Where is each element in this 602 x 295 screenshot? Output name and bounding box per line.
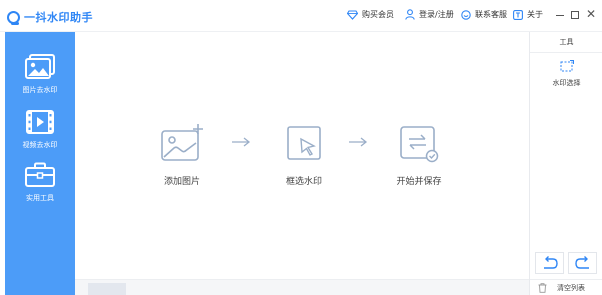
add-image-icon [161, 124, 203, 161]
divider [530, 52, 602, 53]
tools-panel-title: 工具 [559, 38, 574, 46]
undo-icon [543, 256, 558, 269]
logo-icon [7, 10, 20, 25]
trash-icon [538, 282, 547, 293]
process-save-icon [400, 126, 439, 163]
sidebar-item-label: 视频去水印 [22, 141, 58, 149]
select-watermark-step[interactable]: 框选水印 [274, 124, 334, 187]
minimize-icon[interactable] [556, 15, 564, 16]
login-button[interactable]: 登录/注册 [405, 9, 454, 20]
watermark-select-tool[interactable]: 水印选择 [530, 60, 602, 88]
app-title: 一抖水印助手 [24, 11, 93, 24]
start-save-step[interactable]: 开始并保存 [389, 124, 449, 187]
file-thumbnail-placeholder[interactable] [88, 283, 126, 295]
main-content: 添加图片 框选水印 开始并保存 [75, 32, 529, 295]
image-icon [25, 54, 55, 79]
start-save-label: 开始并保存 [396, 177, 442, 187]
sidebar-item-label: 图片去水印 [22, 86, 58, 94]
watermark-select-label: 水印选择 [552, 79, 581, 87]
maximize-icon[interactable] [571, 11, 579, 19]
arrow-right-icon [232, 137, 251, 147]
app-window: 一抖水印助手 购买会员 登录/注册 联系客服 关于 ✕ 图片去水印 视频去水印 … [0, 0, 602, 295]
app-logo: 一抖水印助手 [7, 9, 93, 25]
sidebar: 图片去水印 视频去水印 实用工具 [5, 32, 75, 295]
sidebar-item-video-watermark[interactable]: 视频去水印 [5, 109, 75, 150]
add-image-label: 添加图片 [163, 177, 200, 187]
about-label: 关于 [527, 10, 543, 19]
close-icon[interactable]: ✕ [586, 8, 596, 20]
arrow-right-icon [349, 137, 368, 147]
select-watermark-label: 框选水印 [285, 177, 322, 187]
file-list-strip [75, 279, 529, 295]
contact-service-button[interactable]: 联系客服 [461, 9, 507, 20]
diamond-icon [347, 9, 358, 20]
user-icon [405, 9, 415, 20]
contact-service-label: 联系客服 [475, 10, 507, 19]
headset-icon [461, 9, 471, 20]
tools-panel: 工具 水印选择 清空列表 [529, 32, 602, 295]
clear-list-label: 清空列表 [557, 283, 585, 292]
buy-vip-label: 购买会员 [362, 10, 394, 19]
sidebar-item-label: 实用工具 [26, 194, 54, 202]
undo-button[interactable] [535, 252, 564, 274]
add-image-step[interactable]: 添加图片 [157, 124, 207, 187]
info-icon [513, 9, 523, 20]
toolbox-icon [25, 162, 55, 187]
clear-list-button[interactable]: 清空列表 [530, 279, 602, 295]
sidebar-item-image-watermark[interactable]: 图片去水印 [5, 54, 75, 95]
sidebar-item-tools[interactable]: 实用工具 [5, 162, 75, 203]
redo-icon [574, 256, 589, 269]
select-area-icon [287, 126, 321, 160]
select-rect-icon [560, 60, 574, 72]
title-bar: 一抖水印助手 购买会员 登录/注册 联系客服 关于 ✕ [0, 0, 602, 32]
about-button[interactable]: 关于 [513, 9, 543, 20]
buy-vip-button[interactable]: 购买会员 [347, 9, 394, 20]
login-label: 登录/注册 [419, 10, 454, 19]
redo-button[interactable] [568, 252, 597, 274]
video-icon [26, 110, 54, 134]
